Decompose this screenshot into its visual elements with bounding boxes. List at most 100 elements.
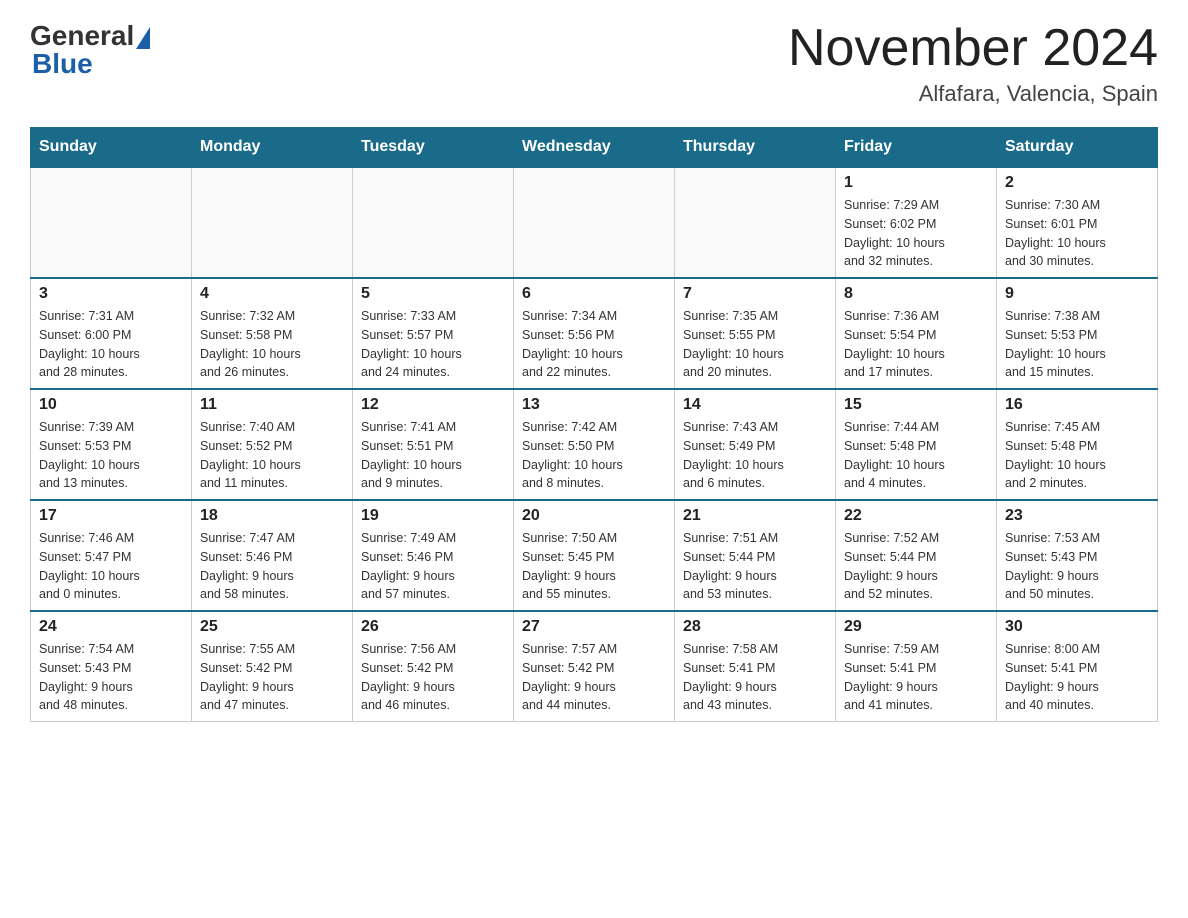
logo: General Blue (30, 20, 150, 80)
cell-day-number: 12 (361, 396, 505, 414)
week-row-1: 1Sunrise: 7:29 AM Sunset: 6:02 PM Daylig… (31, 167, 1158, 278)
day-header-saturday: Saturday (997, 128, 1158, 168)
cell-info: Sunrise: 7:54 AM Sunset: 5:43 PM Dayligh… (39, 640, 183, 715)
cell-day-number: 9 (1005, 285, 1149, 303)
calendar-cell: 4 Sunrise: 7:32 AM Sunset: 5:58 PM Daylig… (192, 278, 353, 389)
cell-day-number: 25 (200, 618, 344, 636)
title-area: November 2024 Alfafara, Valencia, Spain (788, 20, 1158, 107)
cell-info: Sunrise: 7:32 AM Sunset: 5:58 PM Dayligh… (200, 307, 344, 382)
logo-blue-text: Blue (32, 48, 150, 80)
cell-day-number: 30 (1005, 618, 1149, 636)
cell-day-number: 13 (522, 396, 666, 414)
calendar-cell: 15Sunrise: 7:44 AM Sunset: 5:48 PM Dayli… (836, 389, 997, 500)
cell-info: Sunrise: 7:31 AM Sunset: 6:00 PM Dayligh… (39, 307, 183, 382)
calendar-cell: 8 Sunrise: 7:36 AM Sunset: 5:54 PM Daylig… (836, 278, 997, 389)
cell-day-number: 8 (844, 285, 988, 303)
cell-day-number: 6 (522, 285, 666, 303)
calendar-cell: 23 Sunrise: 7:53 AM Sunset: 5:43 PM Dayli… (997, 500, 1158, 611)
calendar-cell: 3 Sunrise: 7:31 AM Sunset: 6:00 PM Daylig… (31, 278, 192, 389)
cell-info: Sunrise: 7:55 AM Sunset: 5:42 PM Dayligh… (200, 640, 344, 715)
calendar-cell: 28 Sunrise: 7:58 AM Sunset: 5:41 PM Dayli… (675, 611, 836, 722)
calendar-cell: 26 Sunrise: 7:56 AM Sunset: 5:42 PM Dayli… (353, 611, 514, 722)
calendar-cell: 24 Sunrise: 7:54 AM Sunset: 5:43 PM Dayli… (31, 611, 192, 722)
cell-day-number: 2 (1005, 174, 1149, 192)
cell-day-number: 28 (683, 618, 827, 636)
calendar-cell: 21Sunrise: 7:51 AM Sunset: 5:44 PM Dayli… (675, 500, 836, 611)
cell-day-number: 19 (361, 507, 505, 525)
week-row-5: 24 Sunrise: 7:54 AM Sunset: 5:43 PM Dayli… (31, 611, 1158, 722)
calendar-cell: 17 Sunrise: 7:46 AM Sunset: 5:47 PM Dayli… (31, 500, 192, 611)
calendar-cell: 12 Sunrise: 7:41 AM Sunset: 5:51 PM Dayli… (353, 389, 514, 500)
cell-day-number: 16 (1005, 396, 1149, 414)
cell-info: Sunrise: 7:38 AM Sunset: 5:53 PM Dayligh… (1005, 307, 1149, 382)
cell-info: Sunrise: 7:42 AM Sunset: 5:50 PM Dayligh… (522, 418, 666, 493)
week-row-2: 3 Sunrise: 7:31 AM Sunset: 6:00 PM Daylig… (31, 278, 1158, 389)
calendar-cell: 13 Sunrise: 7:42 AM Sunset: 5:50 PM Dayli… (514, 389, 675, 500)
calendar-cell: 16 Sunrise: 7:45 AM Sunset: 5:48 PM Dayli… (997, 389, 1158, 500)
calendar-cell: 5 Sunrise: 7:33 AM Sunset: 5:57 PM Daylig… (353, 278, 514, 389)
cell-day-number: 4 (200, 285, 344, 303)
cell-day-number: 29 (844, 618, 988, 636)
cell-info: Sunrise: 7:56 AM Sunset: 5:42 PM Dayligh… (361, 640, 505, 715)
logo-general-text: General (30, 20, 134, 51)
header: General Blue November 2024 Alfafara, Val… (30, 20, 1158, 107)
logo-triangle-icon (136, 27, 150, 49)
cell-info: Sunrise: 7:33 AM Sunset: 5:57 PM Dayligh… (361, 307, 505, 382)
cell-info: Sunrise: 7:45 AM Sunset: 5:48 PM Dayligh… (1005, 418, 1149, 493)
calendar-cell: 30 Sunrise: 8:00 AM Sunset: 5:41 PM Dayli… (997, 611, 1158, 722)
cell-info: Sunrise: 7:39 AM Sunset: 5:53 PM Dayligh… (39, 418, 183, 493)
cell-info: Sunrise: 7:53 AM Sunset: 5:43 PM Dayligh… (1005, 529, 1149, 604)
cell-info: Sunrise: 7:58 AM Sunset: 5:41 PM Dayligh… (683, 640, 827, 715)
calendar-subtitle: Alfafara, Valencia, Spain (788, 81, 1158, 107)
day-header-thursday: Thursday (675, 128, 836, 168)
day-header-friday: Friday (836, 128, 997, 168)
cell-day-number: 26 (361, 618, 505, 636)
day-header-wednesday: Wednesday (514, 128, 675, 168)
calendar-cell: 1Sunrise: 7:29 AM Sunset: 6:02 PM Daylig… (836, 167, 997, 278)
cell-info: Sunrise: 7:30 AM Sunset: 6:01 PM Dayligh… (1005, 196, 1149, 271)
cell-day-number: 17 (39, 507, 183, 525)
header-row: SundayMondayTuesdayWednesdayThursdayFrid… (31, 128, 1158, 168)
calendar-cell: 10Sunrise: 7:39 AM Sunset: 5:53 PM Dayli… (31, 389, 192, 500)
day-header-tuesday: Tuesday (353, 128, 514, 168)
cell-day-number: 23 (1005, 507, 1149, 525)
week-row-3: 10Sunrise: 7:39 AM Sunset: 5:53 PM Dayli… (31, 389, 1158, 500)
cell-info: Sunrise: 7:46 AM Sunset: 5:47 PM Dayligh… (39, 529, 183, 604)
calendar-cell: 2 Sunrise: 7:30 AM Sunset: 6:01 PM Daylig… (997, 167, 1158, 278)
cell-info: Sunrise: 7:50 AM Sunset: 5:45 PM Dayligh… (522, 529, 666, 604)
calendar-cell: 20 Sunrise: 7:50 AM Sunset: 5:45 PM Dayli… (514, 500, 675, 611)
cell-day-number: 11 (200, 396, 344, 414)
calendar-cell: 11 Sunrise: 7:40 AM Sunset: 5:52 PM Dayli… (192, 389, 353, 500)
cell-info: Sunrise: 7:52 AM Sunset: 5:44 PM Dayligh… (844, 529, 988, 604)
calendar-cell (514, 167, 675, 278)
cell-info: Sunrise: 7:49 AM Sunset: 5:46 PM Dayligh… (361, 529, 505, 604)
cell-info: Sunrise: 7:47 AM Sunset: 5:46 PM Dayligh… (200, 529, 344, 604)
calendar-cell: 19 Sunrise: 7:49 AM Sunset: 5:46 PM Dayli… (353, 500, 514, 611)
cell-day-number: 20 (522, 507, 666, 525)
calendar-table: SundayMondayTuesdayWednesdayThursdayFrid… (30, 127, 1158, 722)
cell-day-number: 24 (39, 618, 183, 636)
calendar-cell: 6 Sunrise: 7:34 AM Sunset: 5:56 PM Daylig… (514, 278, 675, 389)
cell-day-number: 3 (39, 285, 183, 303)
calendar-cell: 14Sunrise: 7:43 AM Sunset: 5:49 PM Dayli… (675, 389, 836, 500)
cell-day-number: 5 (361, 285, 505, 303)
cell-info: Sunrise: 7:40 AM Sunset: 5:52 PM Dayligh… (200, 418, 344, 493)
cell-info: Sunrise: 7:44 AM Sunset: 5:48 PM Dayligh… (844, 418, 988, 493)
calendar-cell: 22 Sunrise: 7:52 AM Sunset: 5:44 PM Dayli… (836, 500, 997, 611)
calendar-cell (31, 167, 192, 278)
calendar-title: November 2024 (788, 20, 1158, 77)
cell-info: Sunrise: 7:36 AM Sunset: 5:54 PM Dayligh… (844, 307, 988, 382)
calendar-cell: 29 Sunrise: 7:59 AM Sunset: 5:41 PM Dayli… (836, 611, 997, 722)
cell-day-number: 14 (683, 396, 827, 414)
cell-info: Sunrise: 7:34 AM Sunset: 5:56 PM Dayligh… (522, 307, 666, 382)
calendar-cell: 7Sunrise: 7:35 AM Sunset: 5:55 PM Daylig… (675, 278, 836, 389)
cell-day-number: 7 (683, 285, 827, 303)
cell-day-number: 27 (522, 618, 666, 636)
day-header-monday: Monday (192, 128, 353, 168)
cell-day-number: 21 (683, 507, 827, 525)
cell-info: Sunrise: 7:41 AM Sunset: 5:51 PM Dayligh… (361, 418, 505, 493)
calendar-cell (192, 167, 353, 278)
cell-info: Sunrise: 7:59 AM Sunset: 5:41 PM Dayligh… (844, 640, 988, 715)
cell-info: Sunrise: 8:00 AM Sunset: 5:41 PM Dayligh… (1005, 640, 1149, 715)
cell-day-number: 22 (844, 507, 988, 525)
